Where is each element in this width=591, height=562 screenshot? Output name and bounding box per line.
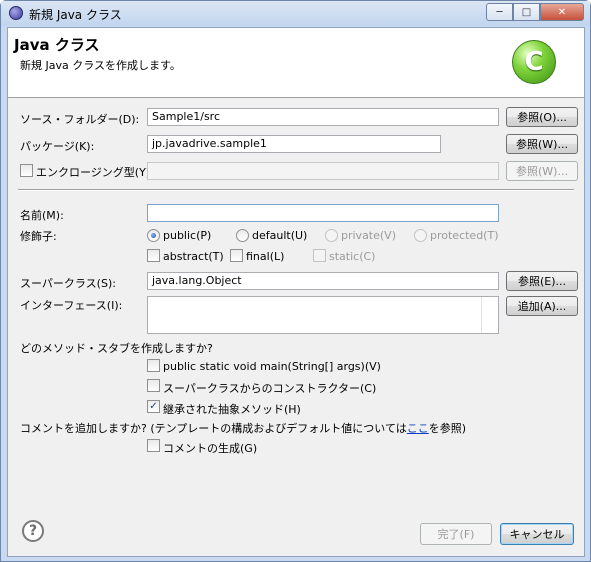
main-method-checkbox[interactable] (147, 359, 160, 372)
constructors-label: スーパークラスからのコンストラクター(C) (163, 382, 377, 395)
enclosing-type-checkbox[interactable] (20, 164, 33, 177)
wizard-banner: Java クラス 新規 Java クラスを作成します。 C (8, 28, 584, 98)
inherited-methods-label: 継承された抽象メソッド(H) (163, 403, 301, 416)
browse-superclass-button[interactable]: 参照(E)... (506, 271, 578, 291)
comments-question-text: コメントを追加しますか? (テンプレートの構成およびデフォルト値については (20, 422, 407, 435)
cancel-button[interactable]: キャンセル (500, 523, 574, 545)
dialog-body: Java クラス 新規 Java クラスを作成します。 C ソース・フォルダー(… (7, 27, 585, 557)
superclass-label: スーパークラス(S): (20, 277, 116, 290)
inherited-methods-checkbox[interactable]: ✓ (147, 400, 160, 413)
finish-button[interactable]: 完了(F) (420, 523, 492, 545)
static-checkbox[interactable] (313, 249, 326, 262)
banner-subtitle: 新規 Java クラスを作成します。 (20, 59, 181, 72)
protected-label: protected(T) (430, 229, 499, 242)
window-controls: ─ □ ✕ (486, 3, 584, 21)
browse-enclosing-type-button[interactable]: 参照(W)... (506, 161, 578, 181)
generate-comments-checkbox[interactable] (147, 439, 160, 452)
interfaces-scrollbar[interactable] (481, 297, 498, 333)
interfaces-label: インターフェース(I): (20, 299, 123, 312)
public-label: public(P) (163, 229, 212, 242)
constructors-checkbox[interactable] (147, 379, 160, 392)
private-label: private(V) (341, 229, 396, 242)
templates-link[interactable]: ここ (407, 422, 429, 435)
comments-question-tail: を参照) (428, 422, 467, 435)
eclipse-icon (9, 6, 23, 20)
source-folder-label: ソース・フォルダー(D): (20, 113, 140, 126)
enclosing-type-label: エンクロージング型(Y): (36, 166, 154, 179)
browse-source-folder-button[interactable]: 参照(O)... (506, 107, 578, 127)
method-stubs-question: どのメソッド・スタブを作成しますか? (20, 342, 213, 355)
generate-comments-label: コメントの生成(G) (163, 442, 258, 455)
window-title: 新規 Java クラス (29, 8, 122, 22)
abstract-label: abstract(T) (163, 250, 224, 263)
help-icon[interactable]: ? (22, 520, 44, 542)
final-checkbox[interactable] (230, 249, 243, 262)
final-label: final(L) (246, 250, 285, 263)
modifiers-label: 修飾子: (20, 230, 57, 243)
add-interface-button[interactable]: 追加(A)... (506, 296, 578, 316)
minimize-button[interactable]: ─ (486, 3, 513, 21)
source-folder-input[interactable]: Sample1/src (147, 108, 499, 126)
static-label: static(C) (329, 250, 376, 263)
name-label: 名前(M): (20, 209, 64, 222)
java-class-icon: C (512, 40, 556, 84)
package-input[interactable]: jp.javadrive.sample1 (147, 135, 441, 153)
default-label: default(U) (252, 229, 308, 242)
public-radio[interactable] (147, 229, 160, 242)
class-name-input[interactable] (147, 204, 499, 222)
private-radio[interactable] (325, 229, 338, 242)
superclass-input[interactable]: java.lang.Object (147, 272, 499, 290)
title-bar: 新規 Java クラス ─ □ ✕ (1, 1, 590, 26)
banner-title: Java クラス (14, 36, 100, 54)
protected-radio[interactable] (414, 229, 427, 242)
enclosing-type-input[interactable] (147, 162, 499, 180)
package-label: パッケージ(K): (20, 140, 95, 153)
abstract-checkbox[interactable] (147, 249, 160, 262)
dialog-window: 新規 Java クラス ─ □ ✕ Java クラス 新規 Java クラスを作… (0, 0, 591, 562)
close-button[interactable]: ✕ (540, 3, 584, 21)
main-method-label: public static void main(String[] args)(V… (163, 360, 381, 373)
default-radio[interactable] (236, 229, 249, 242)
interfaces-list[interactable] (147, 296, 499, 334)
browse-package-button[interactable]: 参照(W)... (506, 134, 578, 154)
comments-question: コメントを追加しますか? (テンプレートの構成およびデフォルト値についてはここを… (20, 420, 466, 436)
separator (18, 189, 574, 191)
maximize-button[interactable]: □ (513, 3, 540, 21)
